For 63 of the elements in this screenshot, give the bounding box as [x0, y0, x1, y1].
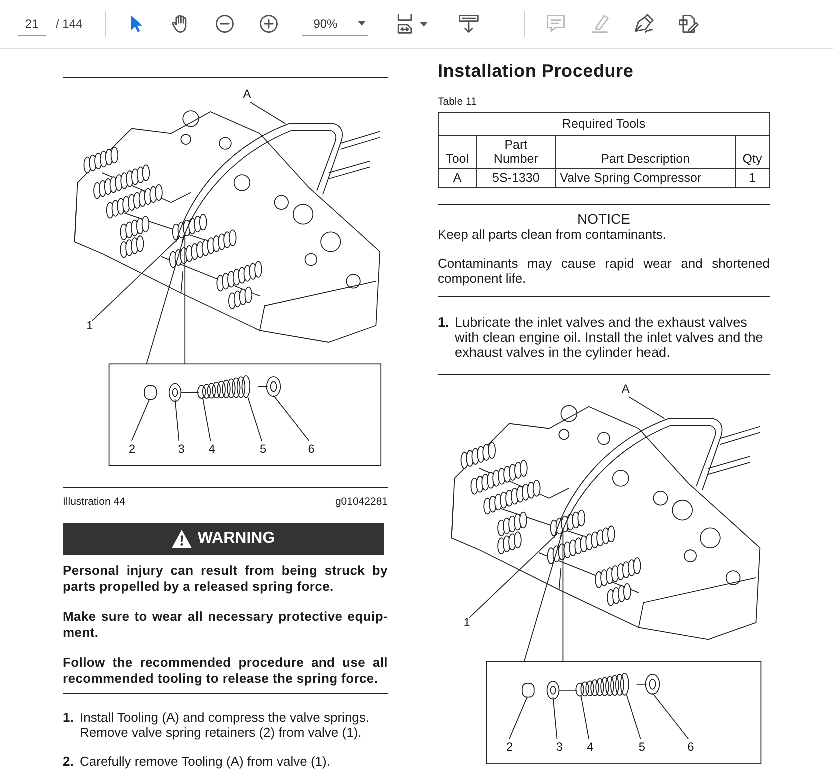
zoom-in-icon[interactable]	[258, 13, 280, 35]
callout-label: A	[622, 382, 630, 396]
warning-text: Personal injury can result from being struck by parts propelled by a released spring force.	[63, 563, 388, 595]
leader-line	[202, 397, 212, 442]
callout-label: 2	[506, 740, 514, 754]
scroll-mode-icon[interactable]	[458, 13, 480, 35]
callout-label: 4	[587, 740, 594, 754]
callout-label: 5	[260, 442, 267, 456]
figure-caption: Illustration 44	[63, 496, 126, 508]
leader-line	[509, 696, 528, 740]
step-number: 1.	[63, 710, 75, 727]
leader-line	[580, 694, 590, 740]
zoom-dropdown[interactable]: 90%	[302, 12, 368, 36]
notice-text: Contaminants may cause rapid wear and shortened component life.	[438, 256, 770, 286]
figure-code: g01042281	[335, 496, 388, 508]
leader-line	[552, 696, 558, 740]
callout-label: 4	[208, 442, 216, 456]
table-title: Required Tools	[438, 112, 770, 136]
warning-text: Follow the recommended procedure and use all recommended tooling to release the spring force.	[63, 655, 388, 687]
warning-title: WARNING	[198, 530, 276, 548]
page-count: / 144	[56, 17, 83, 31]
warning-icon	[172, 530, 192, 548]
callout-label: 1	[464, 616, 470, 630]
callout-label: 5	[638, 740, 646, 754]
leader-line	[248, 397, 262, 442]
zoom-out-icon[interactable]	[214, 13, 236, 35]
step-text: Install Tooling (A) and compress the valve springs. Remove valve spring retainers (2) from valve (1).	[80, 710, 371, 740]
column-header: Part Description	[556, 136, 736, 168]
column-header: Part Number	[476, 136, 556, 168]
callout-label: 2	[128, 442, 136, 456]
step-number: 2.	[63, 754, 75, 769]
step-number: 1.	[438, 315, 450, 332]
leader-line	[132, 399, 150, 442]
table-cell: A	[438, 168, 477, 188]
caret-icon	[420, 22, 428, 26]
table-cell: 1	[735, 168, 770, 188]
form-edit-icon[interactable]	[676, 13, 699, 35]
table-cell: 5S-1330	[476, 168, 556, 188]
leader-line	[628, 396, 666, 420]
page-number-field[interactable]: 21	[18, 12, 46, 36]
step-text: Carefully remove Tooling (A) from valve (1).	[80, 754, 330, 769]
table-caption: Table 11	[438, 96, 478, 108]
column-header: Tool	[438, 136, 477, 168]
pen-nib-icon[interactable]	[632, 13, 655, 35]
section-heading: Installation Procedure	[438, 61, 635, 82]
leader-line	[250, 102, 286, 124]
table-cell: Valve Spring Compressor	[556, 168, 736, 188]
leader-line	[174, 399, 180, 442]
leader-line	[626, 694, 642, 740]
leader-line	[652, 692, 690, 740]
caret-icon	[358, 21, 366, 26]
step-text: Lubricate the inlet valves and the exhaust valves with clean engine oil. Install the inlet valves and the exhaust valves in the cylinder head.	[455, 315, 764, 360]
notice-text: Keep all parts clean from contaminants.	[438, 227, 668, 242]
callout-label: 1	[86, 318, 94, 333]
notice-title: NOTICE	[576, 211, 632, 227]
callout-label: A	[243, 87, 252, 102]
callout-label: 6	[688, 740, 694, 754]
callout-label: 3	[178, 442, 185, 456]
callout-label: 3	[556, 740, 563, 754]
warning-text: Make sure to wear all necessary protective equip- ment.	[63, 609, 388, 641]
column-header: Qty	[735, 136, 770, 168]
leader-line	[273, 395, 310, 442]
callout-label: 6	[308, 442, 315, 456]
